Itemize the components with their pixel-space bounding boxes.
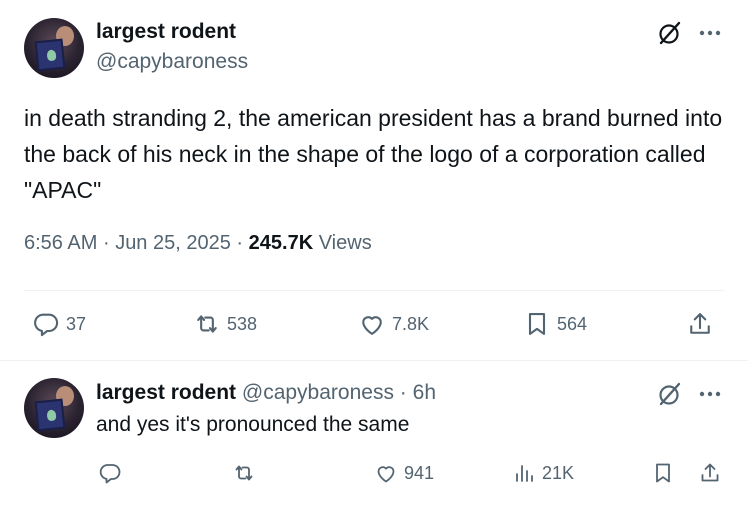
like-button[interactable]: 7.8K — [358, 310, 429, 338]
avatar[interactable] — [24, 378, 84, 438]
reply-count: 37 — [66, 313, 87, 334]
main-tweet: largest rodent @capybaroness in death st… — [0, 0, 748, 360]
heart-icon — [362, 316, 382, 335]
grok-icon[interactable] — [657, 381, 683, 407]
repost-icon — [197, 315, 217, 333]
meta-separator: · — [236, 232, 244, 254]
views-button[interactable]: 21K — [512, 461, 574, 485]
avatar-book — [34, 38, 66, 72]
display-name[interactable]: largest rodent — [96, 20, 236, 44]
more-icon[interactable] — [697, 20, 723, 46]
like-count: 7.8K — [392, 313, 430, 334]
share-icon — [690, 313, 710, 334]
grok-icon[interactable] — [657, 20, 683, 46]
repost-count: 538 — [227, 313, 258, 334]
reply-icon — [34, 313, 59, 337]
tweet-time[interactable]: 6:56 AM — [24, 232, 97, 254]
analytics-icon — [516, 465, 533, 482]
bookmark-count: 564 — [557, 313, 588, 334]
divider — [24, 290, 724, 291]
heart-icon — [377, 466, 395, 483]
bookmark-icon — [656, 463, 670, 483]
user-handle[interactable]: @capybaroness — [96, 50, 248, 74]
repost-button[interactable] — [232, 461, 256, 485]
reply-button[interactable]: 37 — [32, 310, 86, 338]
bookmark-button[interactable] — [651, 461, 675, 485]
share-icon — [701, 463, 719, 482]
like-count: 941 — [404, 462, 435, 483]
user-handle[interactable]: @capybaroness — [242, 381, 394, 404]
more-icon[interactable] — [697, 381, 723, 407]
like-button[interactable]: 941 — [374, 461, 434, 485]
reply-icon — [99, 464, 121, 484]
views-label: Views — [318, 232, 372, 254]
repost-icon — [235, 465, 253, 481]
views-count: 21K — [542, 462, 575, 483]
bookmark-icon — [528, 313, 546, 335]
share-button[interactable] — [698, 461, 722, 485]
reply-header: largest rodent @capybaroness · 6h — [96, 381, 436, 405]
repost-button[interactable]: 538 — [193, 310, 257, 338]
meta-separator: · — [102, 232, 110, 254]
tweet-text: in death stranding 2, the american presi… — [24, 105, 723, 203]
header-separator: · — [399, 381, 407, 404]
bookmark-button[interactable]: 564 — [523, 310, 587, 338]
tweet-meta: 6:56 AM · Jun 25, 2025 · 245.7K Views — [24, 232, 372, 255]
views-count: 245.7K — [248, 232, 314, 254]
tweet-text: and yes it's pronounced the same — [96, 413, 410, 436]
display-name[interactable]: largest rodent — [96, 381, 236, 404]
avatar[interactable] — [24, 18, 84, 78]
tweet-time[interactable]: 6h — [413, 381, 436, 404]
avatar-book — [34, 398, 66, 432]
tweet-date[interactable]: Jun 25, 2025 — [115, 232, 231, 254]
reply-button[interactable] — [98, 461, 122, 485]
share-button[interactable] — [686, 310, 714, 338]
reply-tweet[interactable]: largest rodent @capybaroness · 6h and ye… — [0, 361, 748, 506]
